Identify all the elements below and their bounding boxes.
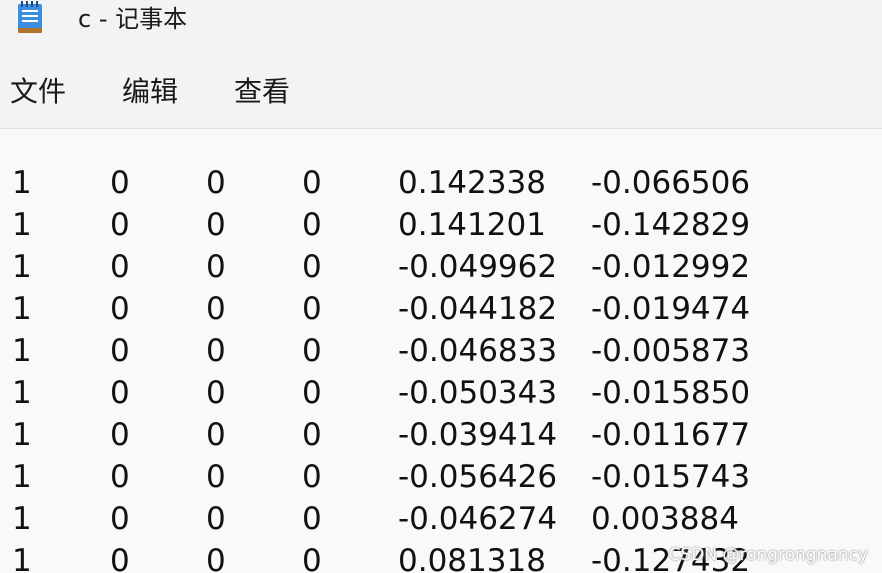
text-value: -0.044182 <box>398 291 558 327</box>
text-value: 0 <box>206 333 226 369</box>
text-value: 0 <box>206 249 226 285</box>
text-line: 1 0 0 0 -0.050343 -0.015850 <box>0 372 882 414</box>
text-value: 0 <box>302 165 322 201</box>
text-value: 0 <box>206 417 226 453</box>
text-value: 0 <box>110 459 130 495</box>
text-value: 1 <box>12 459 32 495</box>
text-value: 0.141201 <box>398 207 546 243</box>
text-value: -0.011677 <box>591 417 751 453</box>
text-value: -0.019474 <box>591 291 751 327</box>
menu-file[interactable]: 文件 <box>10 72 66 112</box>
text-value: -0.046274 <box>398 501 558 537</box>
text-value: 0 <box>302 249 322 285</box>
text-value: 1 <box>12 333 32 369</box>
text-value: -0.142829 <box>591 207 751 243</box>
text-value: 0 <box>302 543 322 573</box>
text-value: -0.066506 <box>591 165 751 201</box>
text-value: 0 <box>206 543 226 573</box>
text-line: 1 0 0 0 0.141201 -0.142829 <box>0 204 882 246</box>
text-line: 1 0 0 0 -0.049962 -0.012992 <box>0 246 882 288</box>
text-value: 1 <box>12 291 32 327</box>
text-value: 1 <box>12 375 32 411</box>
watermark: CSDN @rongrongnancy <box>668 545 868 565</box>
text-value: 0 <box>206 165 226 201</box>
text-line: 1 0 0 0 0.142338 -0.066506 <box>0 162 882 204</box>
text-value: -0.005873 <box>591 333 751 369</box>
text-value: 0 <box>110 375 130 411</box>
text-value: 0 <box>206 207 226 243</box>
text-value: 1 <box>12 249 32 285</box>
text-value: 0 <box>110 207 130 243</box>
text-value: 0 <box>302 375 322 411</box>
text-value: 1 <box>12 207 32 243</box>
text-value: 0 <box>302 459 322 495</box>
text-value: 0 <box>206 501 226 537</box>
text-value: 0 <box>206 291 226 327</box>
text-value: -0.046833 <box>398 333 558 369</box>
text-line: 1 0 0 0 -0.046833 -0.005873 <box>0 330 882 372</box>
text-value: 1 <box>12 165 32 201</box>
window-title: c - 记事本 <box>78 5 188 33</box>
menu-edit[interactable]: 编辑 <box>122 72 178 112</box>
text-value: 0 <box>110 501 130 537</box>
text-value: 0 <box>110 543 130 573</box>
text-editor-area[interactable]: 1 0 0 0 0.142338 -0.066506 1 0 0 0 0.141… <box>0 129 882 573</box>
notepad-icon <box>16 0 44 34</box>
text-value: 0 <box>302 333 322 369</box>
text-value: -0.050343 <box>398 375 558 411</box>
text-value: 0.142338 <box>398 165 546 201</box>
text-value: 1 <box>12 501 32 537</box>
text-value: -0.049962 <box>398 249 558 285</box>
menu-view[interactable]: 查看 <box>234 72 290 112</box>
text-value: 0 <box>302 417 322 453</box>
text-value: 0 <box>302 501 322 537</box>
text-line: 1 0 0 0 -0.039414 -0.011677 <box>0 414 882 456</box>
text-value: 1 <box>12 543 32 573</box>
text-value: 1 <box>12 417 32 453</box>
text-value: 0 <box>110 417 130 453</box>
title-bar[interactable]: c - 记事本 <box>0 0 882 44</box>
text-value: 0 <box>110 249 130 285</box>
text-line: 1 0 0 0 -0.044182 -0.019474 <box>0 288 882 330</box>
text-value: -0.039414 <box>398 417 558 453</box>
text-value: 0 <box>302 291 322 327</box>
text-value: 0.081318 <box>398 543 546 573</box>
text-value: 0 <box>110 165 130 201</box>
text-line: 1 0 0 0 -0.046274 0.003884 <box>0 498 882 540</box>
text-value: 0 <box>302 207 322 243</box>
text-value: 0 <box>110 291 130 327</box>
text-value: 0.003884 <box>591 501 739 537</box>
text-value: 0 <box>206 375 226 411</box>
text-value: -0.056426 <box>398 459 558 495</box>
notepad-window: c - 记事本 文件 编辑 查看 1 0 0 0 0.142338 -0.066… <box>0 0 882 573</box>
text-value: -0.015743 <box>591 459 751 495</box>
text-value: -0.015850 <box>591 375 751 411</box>
text-line: 1 0 0 0 -0.056426 -0.015743 <box>0 456 882 498</box>
text-value: -0.012992 <box>591 249 751 285</box>
text-value: 0 <box>206 459 226 495</box>
text-value: 0 <box>110 333 130 369</box>
